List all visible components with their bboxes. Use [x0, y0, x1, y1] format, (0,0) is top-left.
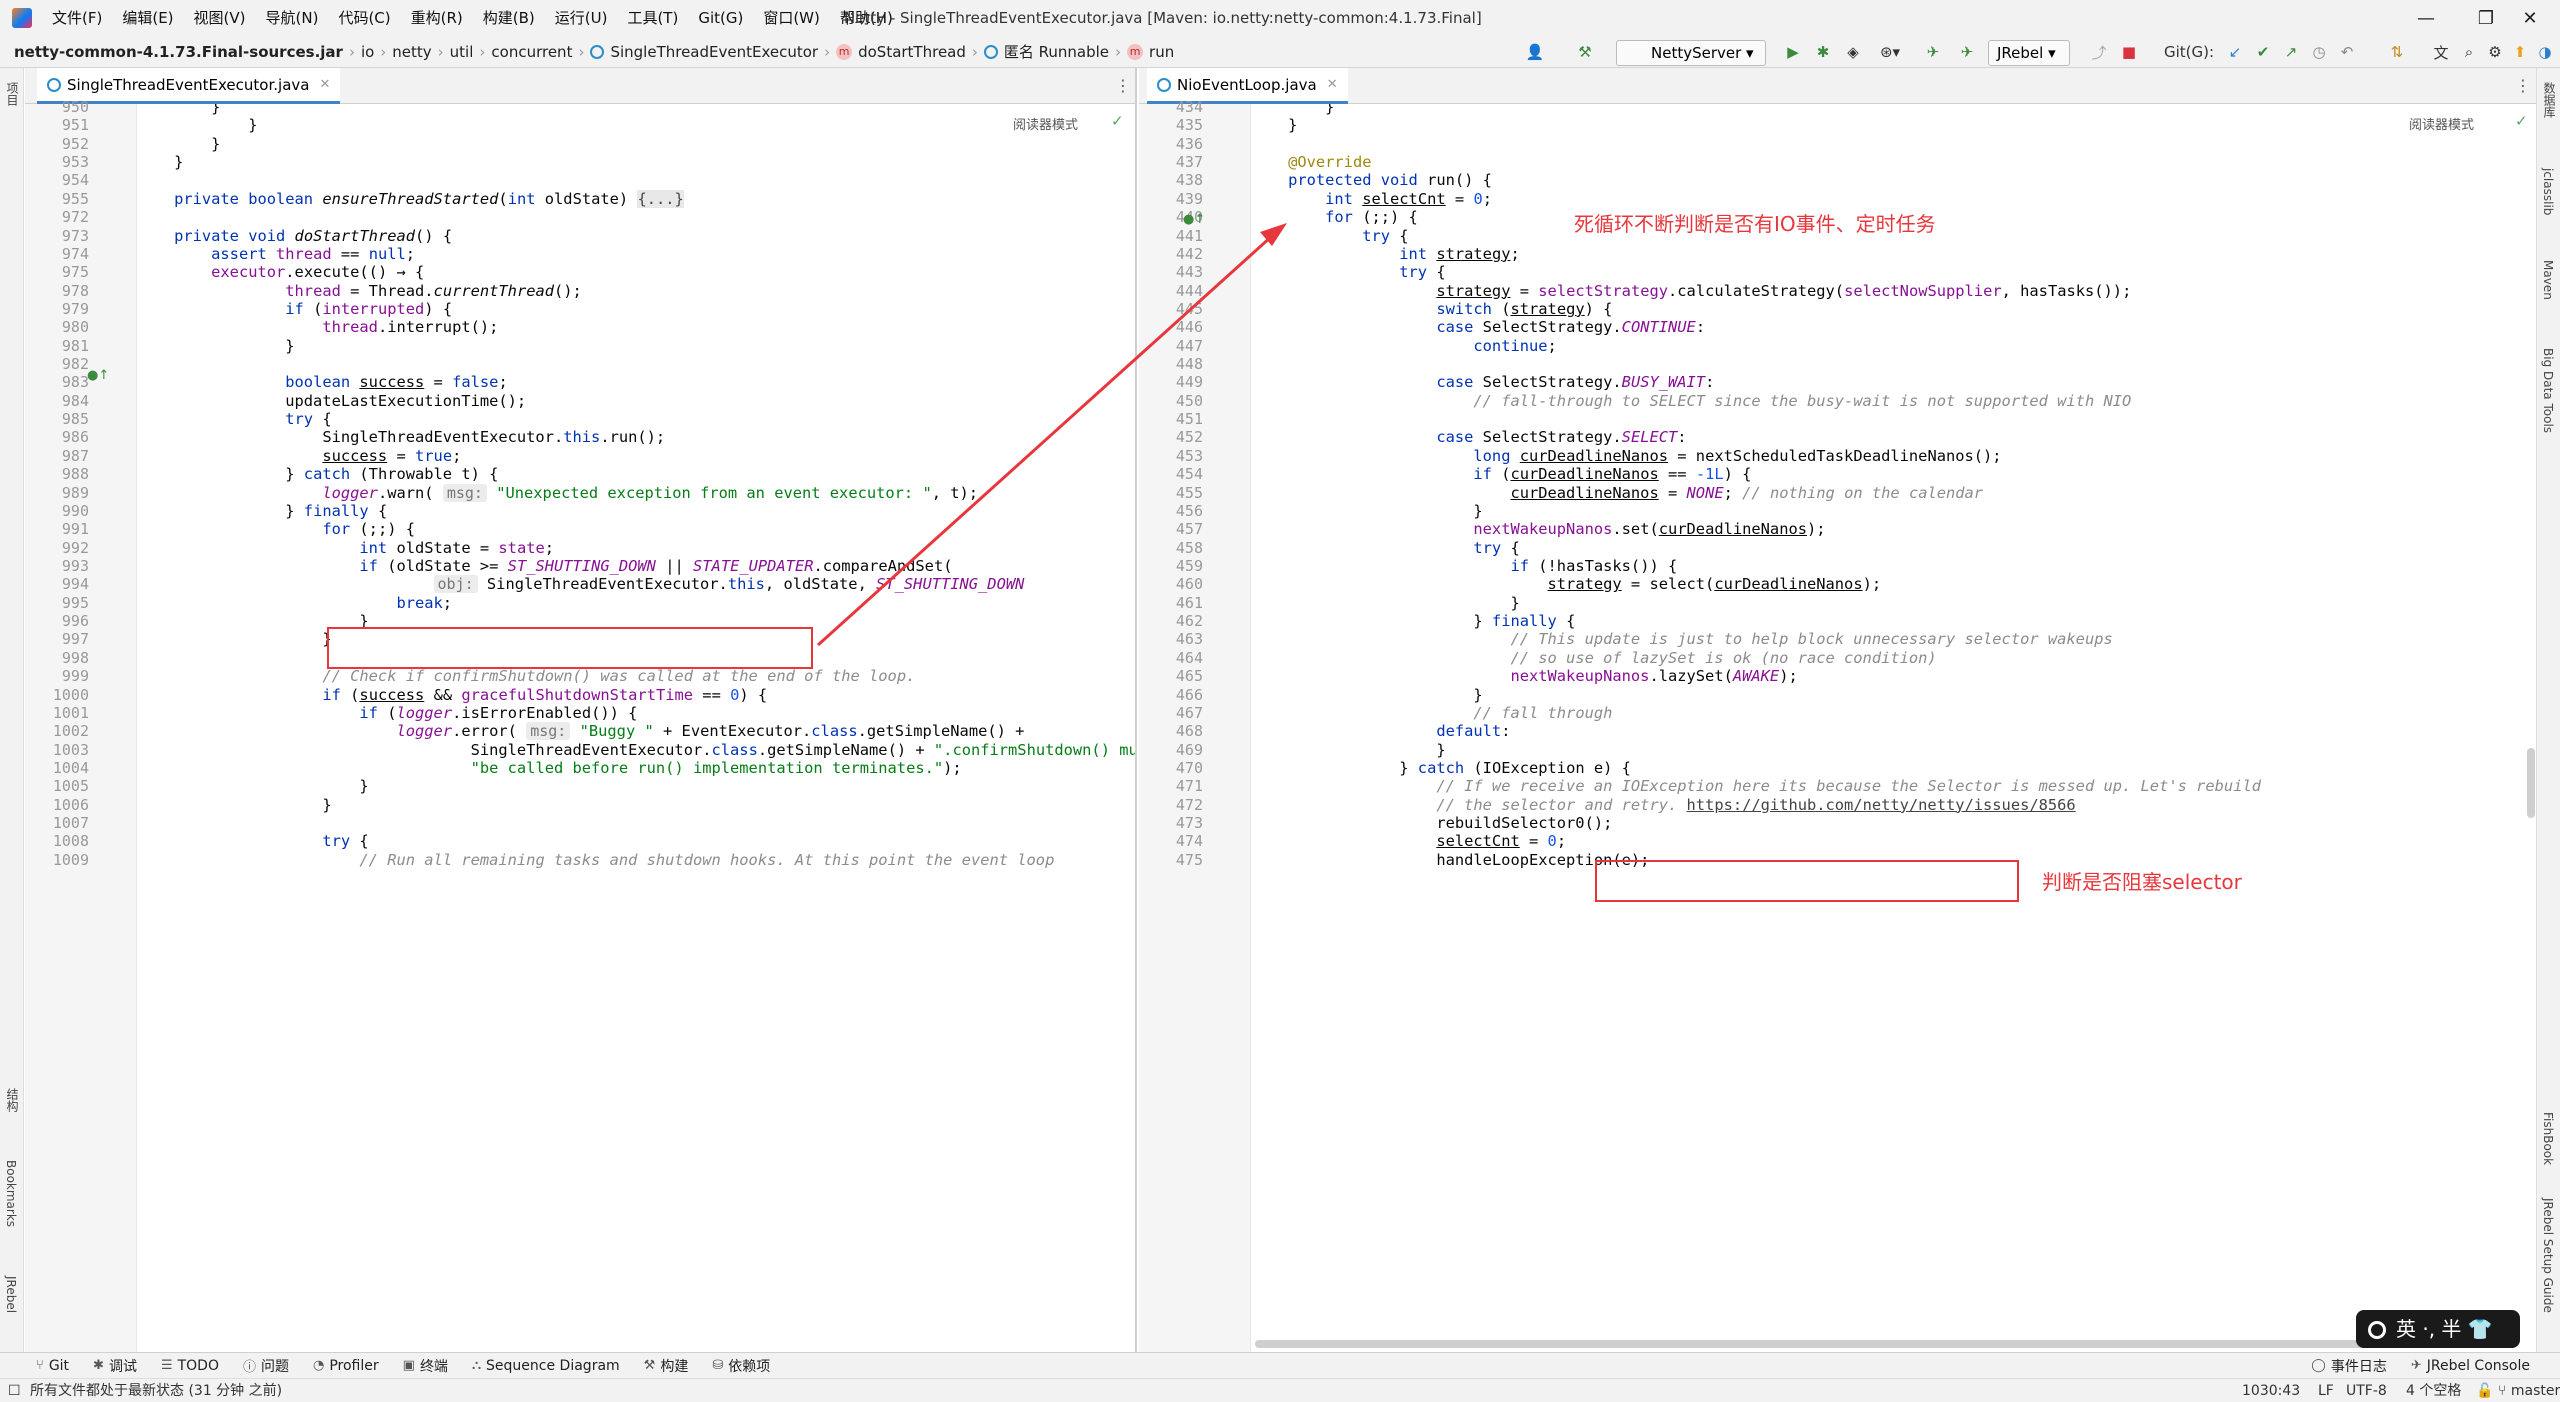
tool-jrebel-console[interactable]: ✈ JRebel Console: [2399, 1358, 2560, 1374]
profiler-icon: ◔: [313, 1358, 325, 1373]
dependencies-icon: ⛁: [712, 1358, 724, 1373]
tool-debug[interactable]: ✱ 调试: [81, 1356, 149, 1376]
list-icon: ☰: [160, 1358, 173, 1373]
line-separator[interactable]: LF: [2318, 1379, 2334, 1402]
tool-todo[interactable]: ☰ TODO: [149, 1358, 231, 1374]
tool-profiler-label: Profiler: [329, 1357, 379, 1374]
tool-sequence-diagram[interactable]: ⛬ Sequence Diagram: [460, 1358, 632, 1374]
tool-dependencies[interactable]: ⛁ 依赖项: [700, 1356, 782, 1376]
tool-todo-label: TODO: [177, 1357, 219, 1374]
tool-profiler[interactable]: ◔ Profiler: [301, 1358, 391, 1374]
hammer-icon: ⚒: [643, 1358, 656, 1373]
tool-build[interactable]: ⚒ 构建: [632, 1356, 701, 1376]
ime-toolbar[interactable]: 英 ·, 半 👕: [2356, 1310, 2520, 1348]
git-branch[interactable]: ⑂ master: [2498, 1379, 2560, 1402]
info-icon: ⓘ: [242, 1360, 256, 1375]
ime-status: 英 ·, 半 👕: [2396, 1317, 2493, 1341]
tool-event-log-label: 事件日志: [2330, 1358, 2387, 1375]
branch-icon: ⑂: [36, 1358, 44, 1373]
tool-git-label: Git: [48, 1357, 70, 1374]
tool-event-log[interactable]: ◯ 事件日志: [2299, 1356, 2399, 1376]
tool-window-bar: ⑂ Git ✱ 调试 ☰ TODO ⓘ 问题 ◔ Profiler ▣ 终端 ⛬ Sequen…: [0, 1352, 2560, 1378]
tool-debug-label: 调试: [108, 1358, 137, 1375]
event-log-icon: ◯: [2311, 1358, 2326, 1373]
tool-dependencies-label: 依赖项: [728, 1358, 771, 1375]
tool-problems[interactable]: ⓘ 问题: [231, 1356, 301, 1376]
status-bar: ☐ 所有文件都处于最新状态 (31 分钟 之前) 1030:43 LF UTF-…: [0, 1378, 2560, 1402]
jrebel-icon: ✈: [2410, 1358, 2422, 1373]
ide-window: 文件(F) 编辑(E) 视图(V) 导航(N) 代码(C) 重构(R) 构建(B…: [0, 0, 2560, 1402]
tool-jrebel-console-label: JRebel Console: [2426, 1357, 2530, 1374]
caret-position[interactable]: 1030:43: [2242, 1379, 2300, 1402]
tool-terminal[interactable]: ▣ 终端: [391, 1356, 460, 1376]
git-branch-label: master: [2510, 1383, 2560, 1399]
diagram-icon: ⛬: [471, 1358, 482, 1373]
tool-problems-label: 问题: [261, 1358, 289, 1375]
tool-terminal-label: 终端: [419, 1358, 448, 1375]
status-message: 所有文件都处于最新状态 (31 分钟 之前): [30, 1383, 283, 1399]
tool-sequence-label: Sequence Diagram: [486, 1357, 620, 1374]
tool-git[interactable]: ⑂ Git: [0, 1358, 81, 1374]
terminal-icon: ▣: [402, 1358, 415, 1373]
annotation-arrow: [816, 223, 1287, 647]
file-encoding[interactable]: UTF-8: [2346, 1379, 2387, 1402]
lock-icon[interactable]: 🔓: [2476, 1379, 2493, 1402]
tool-build-label: 构建: [660, 1358, 689, 1375]
bug-icon: ✱: [93, 1358, 104, 1373]
arrow-line: [816, 234, 1274, 647]
status-icon: ☐: [8, 1383, 21, 1399]
indent-setting[interactable]: 4 个空格: [2406, 1379, 2461, 1402]
ime-logo-icon: [2368, 1321, 2386, 1339]
